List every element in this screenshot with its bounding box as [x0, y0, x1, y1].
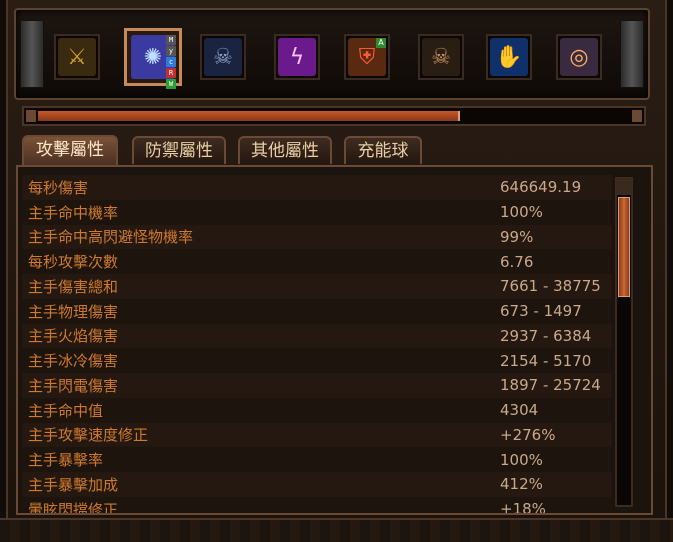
stat-label: 主手閃電傷害	[28, 376, 119, 395]
stat-value: 412%	[500, 475, 543, 494]
stat-value: 1897 - 25724	[500, 376, 601, 395]
stat-row: 每秒攻擊次數 6.76	[22, 249, 612, 274]
stat-row: 主手閃電傷害 1897 - 25724	[22, 373, 612, 398]
stat-label: 主手命中高閃避怪物機率	[28, 228, 194, 247]
skill-bar: ⚔ ✺ My c R W ☠ ϟ ⛨ A ☠ ✋ ◎	[14, 8, 650, 100]
stat-label: 每秒攻擊次數	[28, 253, 119, 272]
stat-value: 2154 - 5170	[500, 351, 592, 370]
stat-row: 主手命中值 4304	[22, 397, 612, 423]
storm-hand-icon: ✋	[490, 38, 528, 76]
skill-slot-1[interactable]: ⚔	[54, 34, 100, 80]
stat-row: 主手命中機率 100%	[22, 199, 612, 225]
stat-row: 主手冰冷傷害 2154 - 5170	[22, 348, 612, 373]
stat-label: 暈眩閃擋修正	[28, 500, 119, 515]
skill-slot-3[interactable]: ☠	[200, 34, 246, 80]
skill-slot-8[interactable]: ◎	[556, 34, 602, 80]
active-tag: A	[376, 38, 386, 48]
stat-row: 主手暴擊加成 412%	[22, 472, 612, 497]
rune-W: W	[166, 79, 176, 89]
scroll-up-button[interactable]	[617, 179, 631, 195]
stat-row: 每秒傷害 646649.19	[22, 175, 612, 200]
skillbar-left-cap	[20, 20, 44, 88]
stat-row: 暈眩閃擋修正 +18%	[22, 496, 612, 515]
stat-value: 646649.19	[500, 178, 582, 197]
rune-c: c	[166, 57, 176, 67]
skill-slot-7[interactable]: ✋	[486, 34, 532, 80]
stat-row: 主手暴擊率 100%	[22, 447, 612, 472]
arcane-ring-icon: ◎	[560, 38, 598, 76]
rune-indicators: MycRW	[166, 35, 176, 90]
skill-slot-6[interactable]: ☠	[418, 34, 464, 80]
rune-y: y	[166, 46, 176, 56]
skill-slot-2[interactable]: ✺ My c R W	[124, 28, 182, 89]
tab-resource-orbs[interactable]: 充能球	[344, 136, 422, 164]
stat-value: 100%	[500, 450, 543, 469]
skill-slot-4[interactable]: ϟ	[274, 34, 320, 80]
stat-row: 主手物理傷害 673 - 1497	[22, 298, 612, 324]
stat-label: 主手物理傷害	[28, 302, 119, 321]
progress-left-cap	[26, 110, 36, 122]
stat-row: 主手命中高閃避怪物機率 99%	[22, 224, 612, 250]
scrollbar[interactable]	[615, 177, 633, 507]
rune-R: R	[166, 68, 176, 78]
tab-defense[interactable]: 防禦屬性	[132, 136, 226, 164]
tab-other[interactable]: 其他屬性	[238, 136, 332, 164]
dark-creature-2-icon: ☠	[422, 38, 460, 76]
progress-fill	[38, 111, 460, 121]
stat-value: 2937 - 6384	[500, 326, 592, 345]
progress-bar	[22, 106, 646, 126]
stat-label: 主手傷害總和	[28, 277, 119, 296]
skillbar-right-cap	[620, 20, 644, 88]
scroll-thumb[interactable]	[618, 197, 630, 297]
stat-value: +276%	[500, 425, 556, 444]
stat-row: 主手攻擊速度修正 +276%	[22, 422, 612, 448]
stat-label: 主手冰冷傷害	[28, 352, 119, 371]
stats-list: 每秒傷害 646649.19 主手命中機率 100% 主手命中高閃避怪物機率 99% 每秒攻…	[22, 175, 612, 515]
stat-row: 主手傷害總和 7661 - 38775	[22, 274, 612, 299]
stat-value: 7661 - 38775	[500, 277, 601, 296]
bottom-border	[0, 518, 673, 542]
stat-label: 每秒傷害	[28, 178, 89, 197]
stat-value: 99%	[500, 227, 534, 246]
lightning-icon: ϟ	[278, 38, 316, 76]
stats-panel: 每秒傷害 646649.19 主手命中機率 100% 主手命中高閃避怪物機率 99% 每秒攻…	[16, 165, 653, 515]
stat-row: 主手火焰傷害 2937 - 6384	[22, 323, 612, 349]
progress-right-cap	[632, 110, 642, 122]
tab-offense[interactable]: 攻擊屬性	[22, 135, 118, 165]
stat-label: 主手暴擊率	[28, 451, 104, 470]
skill-slot-5[interactable]: ⛨ A	[344, 34, 390, 80]
stat-value: 100%	[500, 203, 543, 222]
stat-value: 673 - 1497	[500, 302, 582, 321]
stat-label: 主手暴擊加成	[28, 475, 119, 494]
stat-value: 6.76	[500, 252, 534, 271]
sword-icon: ⚔	[58, 38, 96, 76]
stat-value: 4304	[500, 401, 539, 420]
stat-label: 主手火焰傷害	[28, 327, 119, 346]
rune-M: M	[166, 35, 176, 45]
stat-label: 主手命中機率	[28, 203, 119, 222]
stat-label: 主手攻擊速度修正	[28, 426, 149, 445]
dark-creature-icon: ☠	[204, 38, 242, 76]
stat-label: 主手命中值	[28, 401, 104, 420]
stat-value: +18%	[500, 500, 546, 515]
